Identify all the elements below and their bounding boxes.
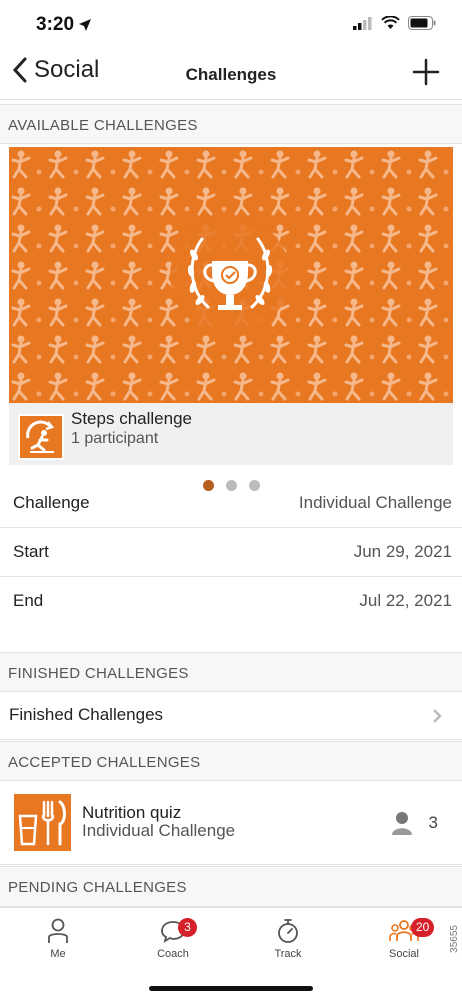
finished-challenges-link[interactable]: Finished Challenges [0, 692, 462, 740]
status-time-text: 3:20 [36, 14, 75, 35]
tab-track[interactable]: Track [243, 916, 333, 960]
person-icon [392, 812, 412, 835]
accepted-challenge-item[interactable]: Nutrition quiz Individual Challenge 3 [0, 781, 462, 865]
plus-icon [412, 58, 440, 86]
coach-badge: 3 [178, 918, 197, 937]
tab-label: Me [50, 948, 66, 960]
nutrition-icon [14, 794, 71, 851]
battery-icon [408, 16, 436, 30]
finished-challenges-header: FINISHED CHALLENGES [0, 652, 462, 692]
tab-label: Track [274, 948, 302, 960]
accepted-challenge-type: Individual Challenge [82, 821, 236, 840]
detail-row-end: End Jul 22, 2021 [0, 577, 462, 626]
screen-id: 35655 [449, 925, 460, 953]
accepted-challenges-title: ACCEPTED CHALLENGES [8, 754, 201, 771]
finished-challenges-title: FINISHED CHALLENGES [8, 665, 189, 682]
detail-row-challenge: Challenge Individual Challenge [0, 479, 462, 528]
challenge-participants: 1 participant [71, 430, 159, 447]
tab-coach[interactable]: Coach 3 [128, 916, 218, 960]
detail-row-start: Start Jun 29, 2021 [0, 528, 462, 577]
accepted-challenge-name: Nutrition quiz [82, 803, 182, 822]
tab-me[interactable]: Me [13, 916, 103, 960]
steps-challenge-icon [18, 414, 64, 460]
status-bar: 3:20 [0, 0, 462, 50]
featured-challenge-card[interactable]: Steps challenge 1 participant [9, 147, 453, 465]
available-challenges-title: AVAILABLE CHALLENGES [8, 117, 198, 134]
wifi-icon [381, 16, 400, 29]
detail-value: Jul 22, 2021 [359, 591, 452, 610]
tab-social[interactable]: Social 20 [359, 916, 449, 960]
detail-value: Individual Challenge [298, 493, 452, 512]
detail-label: End [13, 591, 44, 610]
accepted-challenges-header: ACCEPTED CHALLENGES [0, 741, 462, 781]
participant-count: 3 [428, 813, 438, 832]
trophy-laurel-icon [187, 237, 273, 310]
chevron-right-icon [433, 709, 442, 723]
status-time: 3:20 [36, 14, 92, 36]
finished-challenges-label: Finished Challenges [9, 705, 164, 724]
tab-label: Social [389, 948, 419, 960]
challenge-info: Steps challenge 1 participant [9, 403, 453, 465]
detail-label: Challenge [13, 493, 90, 512]
detail-label: Start [13, 542, 49, 561]
add-challenge-button[interactable] [412, 58, 440, 91]
pending-challenges-header: PENDING CHALLENGES [0, 866, 462, 907]
navigation-bar: Social Challenges [0, 50, 462, 100]
tab-label: Coach [157, 948, 189, 960]
cellular-signal-icon [353, 16, 372, 30]
pending-challenges-title: PENDING CHALLENGES [8, 879, 187, 896]
home-indicator[interactable] [149, 986, 313, 991]
social-badge: 20 [411, 918, 435, 937]
location-arrow-icon [79, 19, 92, 31]
stopwatch-icon [278, 919, 298, 943]
person-outline-icon [48, 918, 68, 943]
challenge-banner [9, 147, 453, 403]
challenge-name: Steps challenge [71, 409, 192, 428]
detail-value: Jun 29, 2021 [353, 542, 452, 561]
page-title: Challenges [185, 65, 277, 84]
available-challenges-header: AVAILABLE CHALLENGES [0, 104, 462, 144]
